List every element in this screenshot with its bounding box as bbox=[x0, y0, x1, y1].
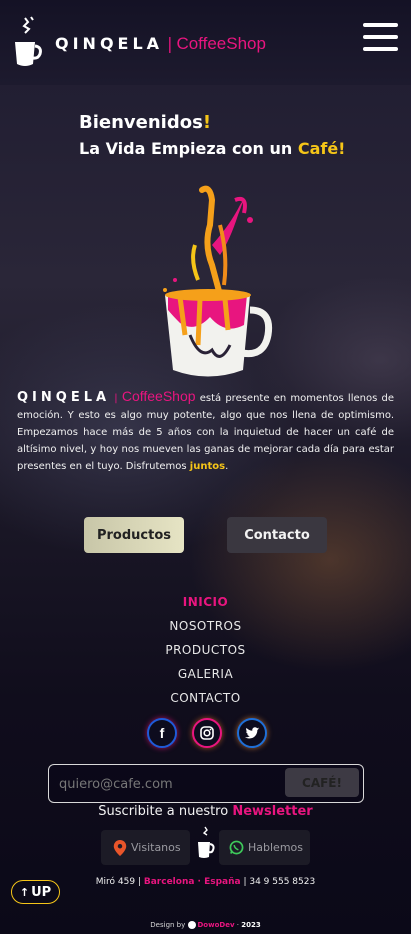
newsletter-form: CAFÉ! bbox=[48, 764, 364, 803]
brand-separator: | bbox=[167, 34, 173, 53]
footer-address: Miró 459 | Barcelona · España | 34 9 555… bbox=[0, 877, 411, 887]
nav-item-productos[interactable]: PRODUCTOS bbox=[0, 640, 411, 664]
newsletter-caption-highlight: Newsletter bbox=[232, 804, 313, 819]
footer-nav: INICIO NOSOTROS PRODUCTOS GALERIA CONTAC… bbox=[0, 592, 411, 712]
about-brand-separator: | bbox=[114, 393, 118, 404]
visitanos-label: Visitanos bbox=[131, 841, 181, 854]
newsletter-submit-button[interactable]: CAFÉ! bbox=[285, 768, 359, 797]
contacto-button[interactable]: Contacto bbox=[227, 517, 327, 553]
design-year: 2023 bbox=[241, 921, 261, 929]
tagline-prefix: La Vida Empieza con un bbox=[79, 139, 298, 158]
twitter-glyph bbox=[244, 726, 259, 738]
visitanos-button[interactable]: Visitanos bbox=[101, 830, 190, 865]
about-brand-shop: CoffeeShop bbox=[121, 388, 196, 404]
coffee-cup-logo-icon[interactable] bbox=[12, 16, 42, 68]
dowodev-logo-icon bbox=[187, 921, 196, 929]
nav-item-galeria[interactable]: GALERIA bbox=[0, 664, 411, 688]
design-author[interactable]: DowoDev bbox=[198, 921, 235, 929]
facebook-glyph: f bbox=[159, 725, 165, 741]
nav-item-inicio[interactable]: INICIO bbox=[0, 592, 411, 616]
address-city: Barcelona · España bbox=[143, 877, 241, 887]
nav-item-nosotros[interactable]: NOSOTROS bbox=[0, 616, 411, 640]
splashing-coffee-cup-illustration bbox=[163, 185, 273, 377]
map-pin-icon bbox=[113, 839, 127, 856]
tagline-heading: La Vida Empieza con un Café! bbox=[79, 139, 345, 158]
twitter-icon[interactable] bbox=[237, 718, 267, 748]
welcome-text: Bienvenidos bbox=[79, 112, 203, 133]
hablemos-button[interactable]: Hablemos bbox=[219, 830, 310, 865]
hamburger-icon[interactable] bbox=[363, 23, 398, 51]
about-brand-name: QINQELA bbox=[17, 390, 111, 405]
newsletter-caption-prefix: Suscribite a nuestro bbox=[98, 804, 233, 819]
productos-button[interactable]: Productos bbox=[84, 517, 184, 553]
about-paragraph: QINQELA | CoffeeShop está presente en mo… bbox=[17, 388, 394, 475]
design-prefix: Design by bbox=[150, 921, 188, 929]
welcome-exclamation: ! bbox=[202, 112, 212, 133]
brand-name: QINQELA bbox=[55, 34, 164, 53]
nav-item-contacto[interactable]: CONTACTO bbox=[0, 688, 411, 712]
site-header: QINQELA | CoffeeShop bbox=[0, 0, 411, 85]
hablemos-label: Hablemos bbox=[248, 841, 303, 854]
brand-shop: CoffeeShop bbox=[176, 34, 266, 53]
brand-title[interactable]: QINQELA | CoffeeShop bbox=[55, 34, 266, 54]
welcome-heading: Bienvenidos! bbox=[79, 112, 211, 133]
tagline-highlight: Café! bbox=[297, 139, 346, 158]
about-end: . bbox=[225, 461, 229, 472]
newsletter-email-input[interactable] bbox=[57, 771, 281, 797]
about-highlight: juntos bbox=[189, 461, 226, 472]
address-prefix: Miró 459 | bbox=[95, 877, 144, 887]
instagram-glyph bbox=[200, 726, 214, 740]
facebook-icon[interactable]: f bbox=[147, 718, 177, 748]
coffee-cup-icon bbox=[198, 826, 215, 858]
newsletter-caption: Suscribite a nuestro Newsletter bbox=[0, 804, 411, 819]
address-phone: | 34 9 555 8523 bbox=[240, 877, 316, 887]
footer-credits: Design by DowoDev · 2023 bbox=[0, 921, 411, 929]
whatsapp-icon bbox=[229, 840, 244, 855]
instagram-icon[interactable] bbox=[192, 718, 222, 748]
arrow-up-icon: ↑ bbox=[19, 885, 30, 899]
